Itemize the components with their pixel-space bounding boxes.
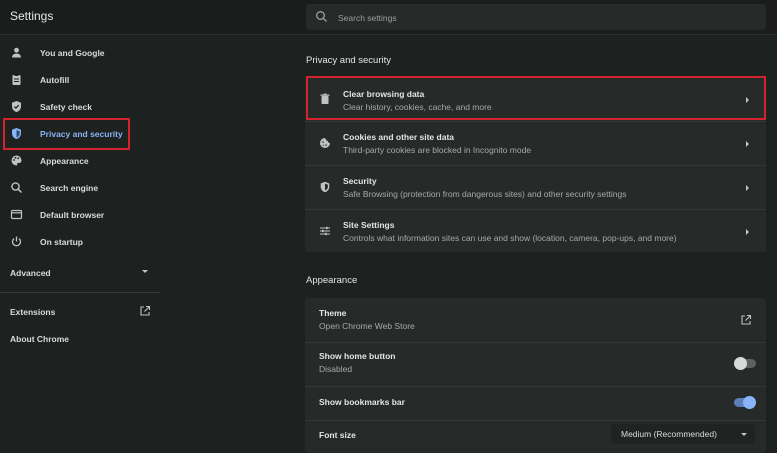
row-title: Font size	[319, 430, 356, 440]
sidebar-advanced-toggle[interactable]: Advanced	[10, 268, 51, 278]
external-link-icon[interactable]	[740, 314, 752, 326]
chevron-right-icon	[746, 141, 749, 147]
row-title: Site Settings	[343, 220, 395, 230]
row-subtitle: Controls what information sites can use …	[343, 233, 677, 243]
sliders-icon	[319, 225, 331, 237]
sidebar-item-label: Safety check	[40, 102, 92, 112]
sidebar-item-search-engine[interactable]: Search engine	[0, 175, 160, 201]
chevron-down-icon[interactable]	[142, 270, 148, 273]
row-subtitle: Safe Browsing (protection from dangerous…	[343, 189, 627, 199]
section-title-privacy: Privacy and security	[306, 55, 392, 66]
search-box[interactable]	[306, 4, 766, 30]
sidebar-item-label: Default browser	[40, 210, 105, 220]
chevron-down-icon	[741, 433, 747, 436]
sidebar-item-label: Search engine	[40, 183, 99, 193]
sidebar-divider	[0, 292, 160, 293]
sidebar-item-label: Appearance	[40, 156, 89, 166]
sidebar-item-label: Autofill	[40, 75, 70, 85]
row-subtitle: Disabled	[319, 364, 353, 374]
cookie-icon	[319, 137, 331, 149]
clipboard-icon	[10, 73, 23, 86]
sidebar-item-on-startup[interactable]: On startup	[0, 229, 160, 255]
row-title: Show home button	[319, 351, 396, 361]
sidebar-item-label: On startup	[40, 237, 83, 247]
chevron-right-icon	[746, 229, 749, 235]
search-icon	[10, 181, 23, 194]
sidebar-item-safety-check[interactable]: Safety check	[0, 94, 160, 120]
shield-check-icon	[10, 100, 23, 113]
sidebar-item-label: You and Google	[40, 48, 105, 58]
annotation-highlight-sidebar	[3, 118, 130, 150]
top-bar: Settings	[0, 0, 777, 35]
bookmarks-bar-row: Show bookmarks bar	[305, 386, 766, 420]
theme-row[interactable]: Theme Open Chrome Web Store	[305, 298, 766, 342]
chevron-right-icon	[746, 185, 749, 191]
site-settings-row[interactable]: Site Settings Controls what information …	[305, 209, 766, 252]
cookies-row[interactable]: Cookies and other site data Third-party …	[305, 121, 766, 165]
row-title: Show bookmarks bar	[319, 397, 405, 407]
font-size-select[interactable]: Medium (Recommended)	[611, 424, 755, 444]
palette-icon	[10, 154, 23, 167]
sidebar-item-appearance[interactable]: Appearance	[0, 148, 160, 174]
sidebar-item-extensions[interactable]: Extensions	[10, 307, 55, 317]
sidebar-item-about-chrome[interactable]: About Chrome	[10, 334, 69, 344]
search-input[interactable]	[336, 7, 760, 29]
annotation-highlight-clear-browsing-data	[306, 76, 766, 120]
sidebar: You and Google Autofill Safety check Pri…	[0, 35, 160, 453]
browser-window-icon	[10, 208, 23, 221]
row-subtitle: Open Chrome Web Store	[319, 321, 415, 331]
person-icon	[10, 46, 23, 59]
row-subtitle: Third-party cookies are blocked in Incog…	[343, 145, 532, 155]
sidebar-item-you-and-google[interactable]: You and Google	[0, 40, 160, 66]
external-link-icon[interactable]	[139, 305, 151, 317]
sidebar-item-autofill[interactable]: Autofill	[0, 67, 160, 93]
shield-icon	[319, 181, 331, 193]
row-title: Theme	[319, 308, 347, 318]
home-button-toggle[interactable]	[734, 357, 756, 370]
select-value: Medium (Recommended)	[621, 429, 717, 439]
section-title-appearance: Appearance	[306, 275, 358, 286]
security-row[interactable]: Security Safe Browsing (protection from …	[305, 165, 766, 209]
search-icon	[315, 10, 328, 23]
bookmarks-bar-toggle[interactable]	[734, 396, 756, 409]
sidebar-item-default-browser[interactable]: Default browser	[0, 202, 160, 228]
home-button-row: Show home button Disabled	[305, 342, 766, 386]
row-title: Cookies and other site data	[343, 132, 454, 142]
page-title: Settings	[10, 9, 54, 23]
appearance-card: Theme Open Chrome Web Store Show home bu…	[305, 298, 766, 453]
row-title: Security	[343, 176, 377, 186]
font-size-row: Font size Medium (Recommended)	[305, 420, 766, 453]
power-icon	[10, 235, 23, 248]
